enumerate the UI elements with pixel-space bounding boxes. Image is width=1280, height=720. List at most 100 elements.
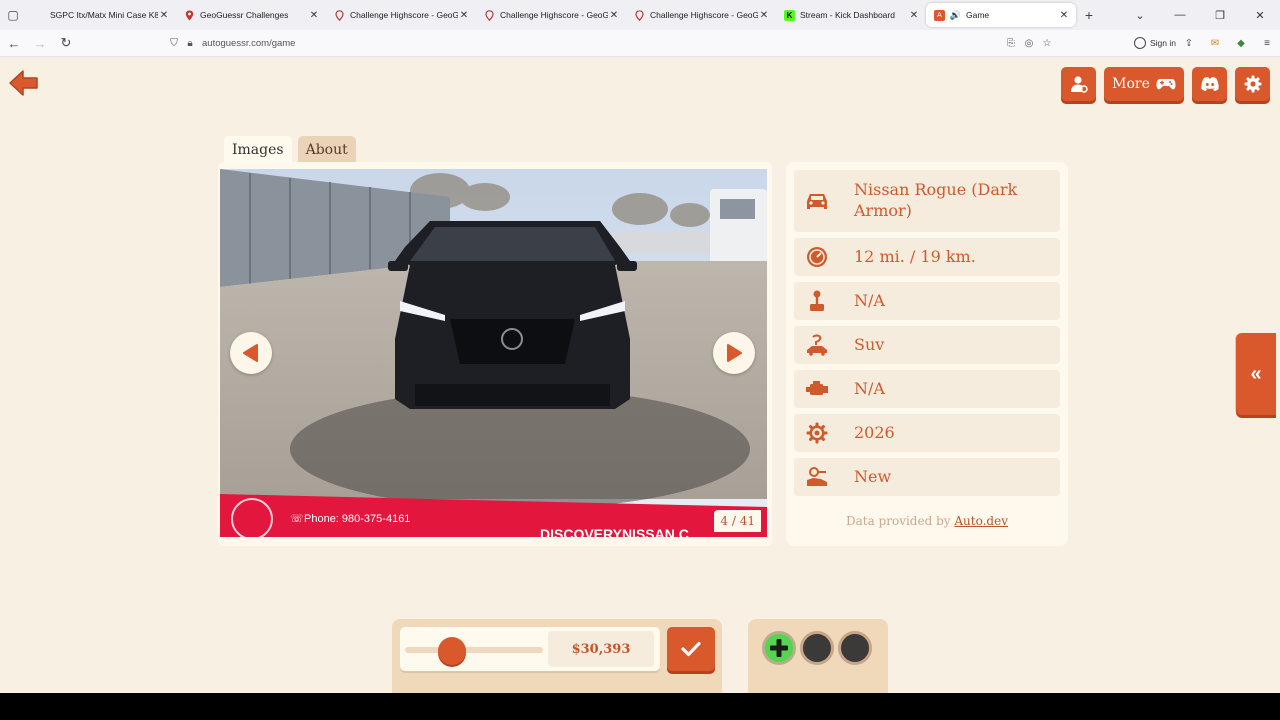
reload-icon[interactable]: ↻ bbox=[54, 31, 78, 55]
menu-icon[interactable]: ≡ bbox=[1254, 38, 1280, 49]
info-row-body: Suv bbox=[794, 326, 1060, 364]
taskbar-area bbox=[0, 693, 1280, 720]
tab-overflow-chevron-icon[interactable]: ⌄ bbox=[1120, 9, 1160, 22]
double-chevron-left-icon: « bbox=[1250, 362, 1262, 385]
back-arrow-button[interactable] bbox=[8, 69, 40, 97]
cog-year-icon bbox=[794, 414, 840, 452]
tab-title: Challenge Highscore - GeoGuess bbox=[350, 10, 458, 20]
shield-icon[interactable]: ⛉ bbox=[166, 38, 182, 49]
extension-icon[interactable]: ◆ bbox=[1228, 38, 1254, 49]
lock-icon[interactable]: 🔒︎ bbox=[182, 38, 198, 49]
content-tabs: Images About bbox=[224, 136, 356, 164]
extensions-icon[interactable]: ⇪ bbox=[1176, 38, 1202, 49]
download-page-icon[interactable]: ⎘ bbox=[1002, 38, 1020, 49]
profile-icon bbox=[1070, 76, 1088, 93]
location-pin-icon bbox=[334, 9, 345, 21]
close-icon[interactable]: ✕ bbox=[1058, 10, 1070, 21]
more-label: More bbox=[1112, 76, 1150, 92]
info-row-condition: New bbox=[794, 458, 1060, 496]
tab-list-icon[interactable]: ▢ bbox=[0, 0, 26, 30]
price-guess-value[interactable]: $30,393 bbox=[548, 631, 654, 667]
engine-icon bbox=[794, 370, 840, 408]
minimize-icon[interactable]: — bbox=[1160, 9, 1200, 21]
game-page: More Images About ☏ Phone: 980-375-4161 … bbox=[0, 57, 1280, 693]
settings-button[interactable] bbox=[1235, 67, 1270, 101]
fingerprint-icon[interactable]: ◎ bbox=[1020, 38, 1038, 49]
sign-in-button[interactable]: Sign in bbox=[1134, 37, 1176, 49]
location-pin-icon bbox=[634, 9, 645, 21]
notification-icon[interactable]: ✉ bbox=[1202, 38, 1228, 49]
price-slider-track[interactable] bbox=[405, 647, 543, 653]
geoguessr-pin-icon bbox=[184, 10, 195, 21]
hand-key-icon bbox=[794, 458, 840, 496]
car-icon bbox=[794, 170, 840, 232]
life-indicator-filled bbox=[762, 631, 796, 665]
tab-title: GeoGuessr Challenges bbox=[200, 10, 289, 20]
car-photo-image: ☏ Phone: 980-375-4161 DISCOVERYNISSAN.C bbox=[220, 169, 767, 537]
discord-icon bbox=[1200, 77, 1219, 91]
plus-icon bbox=[770, 639, 788, 657]
speaker-icon[interactable]: 🔊 bbox=[950, 10, 961, 21]
new-tab-icon[interactable]: + bbox=[1076, 7, 1102, 23]
arrow-right-icon bbox=[727, 344, 742, 362]
info-text-engine: N/A bbox=[854, 379, 885, 398]
forward-icon[interactable]: → bbox=[28, 31, 52, 55]
restore-icon[interactable]: ❐ bbox=[1200, 9, 1240, 22]
info-row-year: 2026 bbox=[794, 414, 1060, 452]
url-text[interactable]: autoguessr.com/game bbox=[202, 38, 1002, 49]
car-photo: ☏ Phone: 980-375-4161 DISCOVERYNISSAN.C … bbox=[220, 169, 767, 537]
image-counter: 4 / 41 bbox=[714, 510, 761, 532]
car-info-panel: Nissan Rogue (Dark Armor) 12 mi. / 19 km… bbox=[786, 162, 1068, 546]
next-image-button[interactable] bbox=[713, 332, 755, 374]
close-icon[interactable]: ✕ bbox=[608, 10, 620, 21]
browser-tab[interactable]: GeoGuessr Challenges ✕ bbox=[176, 1, 326, 29]
browser-tab[interactable]: Challenge Highscore - GeoGuess ✕ bbox=[476, 1, 626, 29]
submit-guess-button[interactable] bbox=[667, 627, 715, 671]
close-icon[interactable]: ✕ bbox=[908, 10, 920, 21]
kick-icon: K bbox=[784, 9, 795, 21]
image-panel: ☏ Phone: 980-375-4161 DISCOVERYNISSAN.C … bbox=[218, 162, 772, 546]
browser-tab[interactable]: Challenge Highscore - GeoGuess ✕ bbox=[326, 1, 476, 29]
browser-nav-bar: ← → ↻ ⛉ 🔒︎ autoguessr.com/game ⎘ ◎ ☆ Sig… bbox=[0, 30, 1280, 57]
tab-title: Stream - Kick Dashboard bbox=[800, 10, 895, 20]
tab-about[interactable]: About bbox=[297, 136, 356, 164]
gear-icon bbox=[1244, 75, 1261, 93]
address-bar[interactable]: ⛉ 🔒︎ autoguessr.com/game ⎘ ◎ ☆ bbox=[166, 32, 1056, 54]
banner-brand-text: DISCOVERYNISSAN.C bbox=[540, 526, 689, 537]
page-icon bbox=[34, 10, 45, 21]
price-slider-thumb[interactable] bbox=[437, 637, 466, 665]
close-icon[interactable]: ✕ bbox=[158, 10, 170, 21]
close-icon[interactable]: ✕ bbox=[458, 10, 470, 21]
browser-tab-active[interactable]: A 🔊 Game ✕ bbox=[926, 3, 1076, 27]
arrow-left-icon bbox=[243, 344, 258, 362]
back-arrow-icon bbox=[9, 70, 38, 96]
life-indicator-empty bbox=[838, 631, 872, 665]
bookmark-star-icon[interactable]: ☆ bbox=[1038, 38, 1056, 49]
discord-button[interactable] bbox=[1192, 67, 1227, 101]
browser-tab[interactable]: Challenge Highscore - GeoGuess ✕ bbox=[626, 1, 776, 29]
info-text-transmission: N/A bbox=[854, 291, 885, 310]
close-icon[interactable]: ✕ bbox=[308, 10, 320, 21]
tab-images[interactable]: Images bbox=[224, 136, 292, 164]
info-text-condition: New bbox=[854, 467, 892, 486]
lives-panel bbox=[748, 619, 888, 693]
autoguessr-icon: A bbox=[934, 9, 945, 21]
info-text-body: Suv bbox=[854, 335, 885, 354]
info-row-model: Nissan Rogue (Dark Armor) bbox=[794, 170, 1060, 232]
more-button[interactable]: More bbox=[1104, 67, 1184, 101]
gear-shift-icon bbox=[794, 282, 840, 320]
banner-phone-icon: ☏ bbox=[290, 513, 304, 525]
browser-tab[interactable]: SGPC Itx/Matx Mini Case K88 Lite (S ✕ bbox=[26, 1, 176, 29]
auto-dev-link[interactable]: Auto.dev bbox=[954, 514, 1008, 528]
back-icon[interactable]: ← bbox=[2, 31, 26, 55]
info-row-transmission: N/A bbox=[794, 282, 1060, 320]
window-close-icon[interactable]: ✕ bbox=[1240, 9, 1280, 22]
expand-panel-button[interactable]: « bbox=[1236, 333, 1276, 415]
prev-image-button[interactable] bbox=[230, 332, 272, 374]
profile-button[interactable] bbox=[1061, 67, 1096, 101]
banner-phone-text: Phone: 980-375-4161 bbox=[304, 513, 410, 525]
browser-tab[interactable]: K Stream - Kick Dashboard ✕ bbox=[776, 1, 926, 29]
location-pin-icon bbox=[484, 9, 495, 21]
info-row-mileage: 12 mi. / 19 km. bbox=[794, 238, 1060, 276]
close-icon[interactable]: ✕ bbox=[758, 10, 770, 21]
